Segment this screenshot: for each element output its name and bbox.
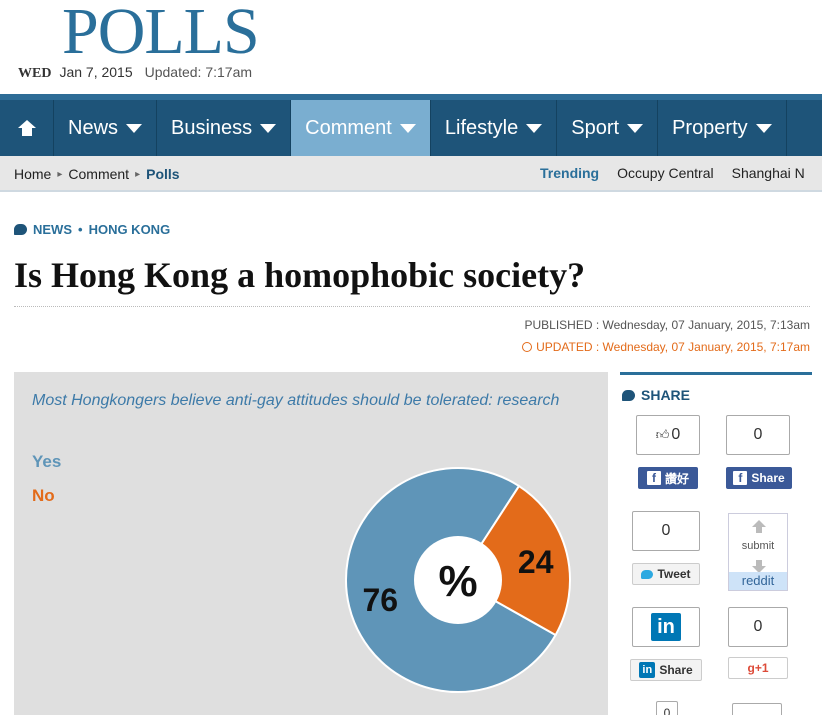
extra-share-box [732,703,782,715]
poll-pie-chart: % 76 24 [345,467,571,693]
nav-item-comment[interactable]: Comment [291,100,431,156]
poll-caption: Most Hongkongers believe anti-gay attitu… [32,392,560,409]
tweet-button[interactable]: Tweet [632,563,700,585]
pie-value-label-no: 24 [518,544,554,580]
section-link[interactable]: NEWS [33,222,72,237]
fb-like-button[interactable]: f 讚好 [638,467,698,489]
page-title: Is Hong Kong a homophobic society? [14,255,586,295]
nav-item-property[interactable]: Property [658,100,787,156]
gplus-count: 0 [728,607,788,647]
gplus-button[interactable]: g+1 [728,657,788,679]
nav-item-label: Property [672,116,748,139]
thumbs-up-icon: 👍︎ [655,427,670,442]
nav-item-lifestyle[interactable]: Lifestyle [431,100,558,156]
updated-text: UPDATED : Wednesday, 07 January, 2015, 7… [536,340,810,354]
nav-home[interactable] [0,100,54,156]
dateline-updated: Updated: 7:17am [144,64,253,80]
breadcrumb-comment[interactable]: Comment [68,166,129,182]
trending-link[interactable]: Occupy Central [617,165,713,181]
speech-bubble-icon [14,224,27,235]
nav-item-sport[interactable]: Sport [557,100,659,156]
fb-share-button[interactable]: f Share [726,467,792,489]
share-panel: SHARE 👍︎ 0 f 讚好 0 f Share 0 Tweet submit re… [620,372,812,715]
caret-down-icon [126,123,143,133]
fb-share-label: Share [751,471,785,485]
twitter-bird-icon [641,569,654,579]
fb-like-count-value: 0 [671,426,681,443]
site-logo[interactable]: POLLS [62,0,260,65]
fb-share-count: 0 [726,415,790,455]
nav-item-label: News [68,116,119,139]
breadcrumb-home[interactable]: Home [14,166,51,182]
nav-item-news[interactable]: News [54,100,158,156]
subsection-link[interactable]: HONG KONG [89,222,171,237]
facebook-icon: f [646,471,661,485]
nav-item-label: Business [171,116,253,139]
pie-center-label: % [438,557,477,606]
breadcrumb-polls[interactable]: Polls [146,166,179,182]
trending-link[interactable]: Shanghai N [732,165,805,181]
nav-item-business[interactable]: Business [157,100,292,156]
linkedin-icon: in [639,662,656,678]
caret-down-icon [260,123,277,133]
dateline-date: Jan 7, 2015 [59,64,133,80]
breadcrumb-separator: ▸ [135,168,141,180]
nav-item-label: Comment [305,116,392,139]
reddit-submit-label: submit [741,540,775,552]
dateline: WED Jan 7, 2015 Updated: 7:17am [18,64,252,82]
share-heading: SHARE [622,387,690,403]
clock-icon [522,342,533,352]
linkedin-share-label: Share [659,663,693,677]
speech-bubble-icon [622,389,635,401]
legend-no: No [32,486,55,505]
section-tag: NEWS • HONG KONG [14,222,170,237]
nav-item-label: Sport [571,116,620,139]
linkedin-share-button[interactable]: in Share [630,659,702,681]
trending-label: Trending [540,165,600,181]
trending-bar: Trending Occupy Central Shanghai N [540,165,805,181]
updated-timestamp: UPDATED : Wednesday, 07 January, 2015, 7… [522,340,810,354]
tweet-label: Tweet [657,567,691,581]
caret-down-icon [399,123,416,133]
extra-share-count: 0 [656,701,678,715]
poll-panel: Most Hongkongers believe anti-gay attitu… [14,372,608,715]
published-timestamp: PUBLISHED : Wednesday, 07 January, 2015,… [524,318,811,332]
subnav-bar: Home ▸ Comment ▸ Polls Trending Occupy C… [0,156,822,192]
linkedin-logo-box: in [632,607,700,647]
fb-like-label: 讚好 [664,471,689,486]
share-title: SHARE [641,387,691,403]
divider [14,306,810,307]
linkedin-logo-icon: in [651,613,681,641]
upvote-arrow-icon [752,520,766,533]
fb-like-count: 👍︎ 0 [636,415,700,455]
home-icon [17,120,36,136]
reddit-submit-widget[interactable]: submit reddit [728,513,788,591]
reddit-label: reddit [729,572,787,590]
tweet-count: 0 [632,511,700,551]
caret-down-icon [627,123,644,133]
main-nav: News Business Comment Lifestyle Sport Pr… [0,94,822,156]
breadcrumb: Home ▸ Comment ▸ Polls [14,166,180,182]
nav-item-label: Lifestyle [444,116,519,139]
pie-value-label-yes: 76 [363,582,399,618]
section-separator: • [78,222,83,237]
caret-down-icon [755,123,772,133]
breadcrumb-separator: ▸ [57,168,63,180]
legend-yes: Yes [32,452,62,471]
dateline-day: WED [18,66,52,81]
caret-down-icon [526,123,543,133]
facebook-icon: f [733,471,748,485]
